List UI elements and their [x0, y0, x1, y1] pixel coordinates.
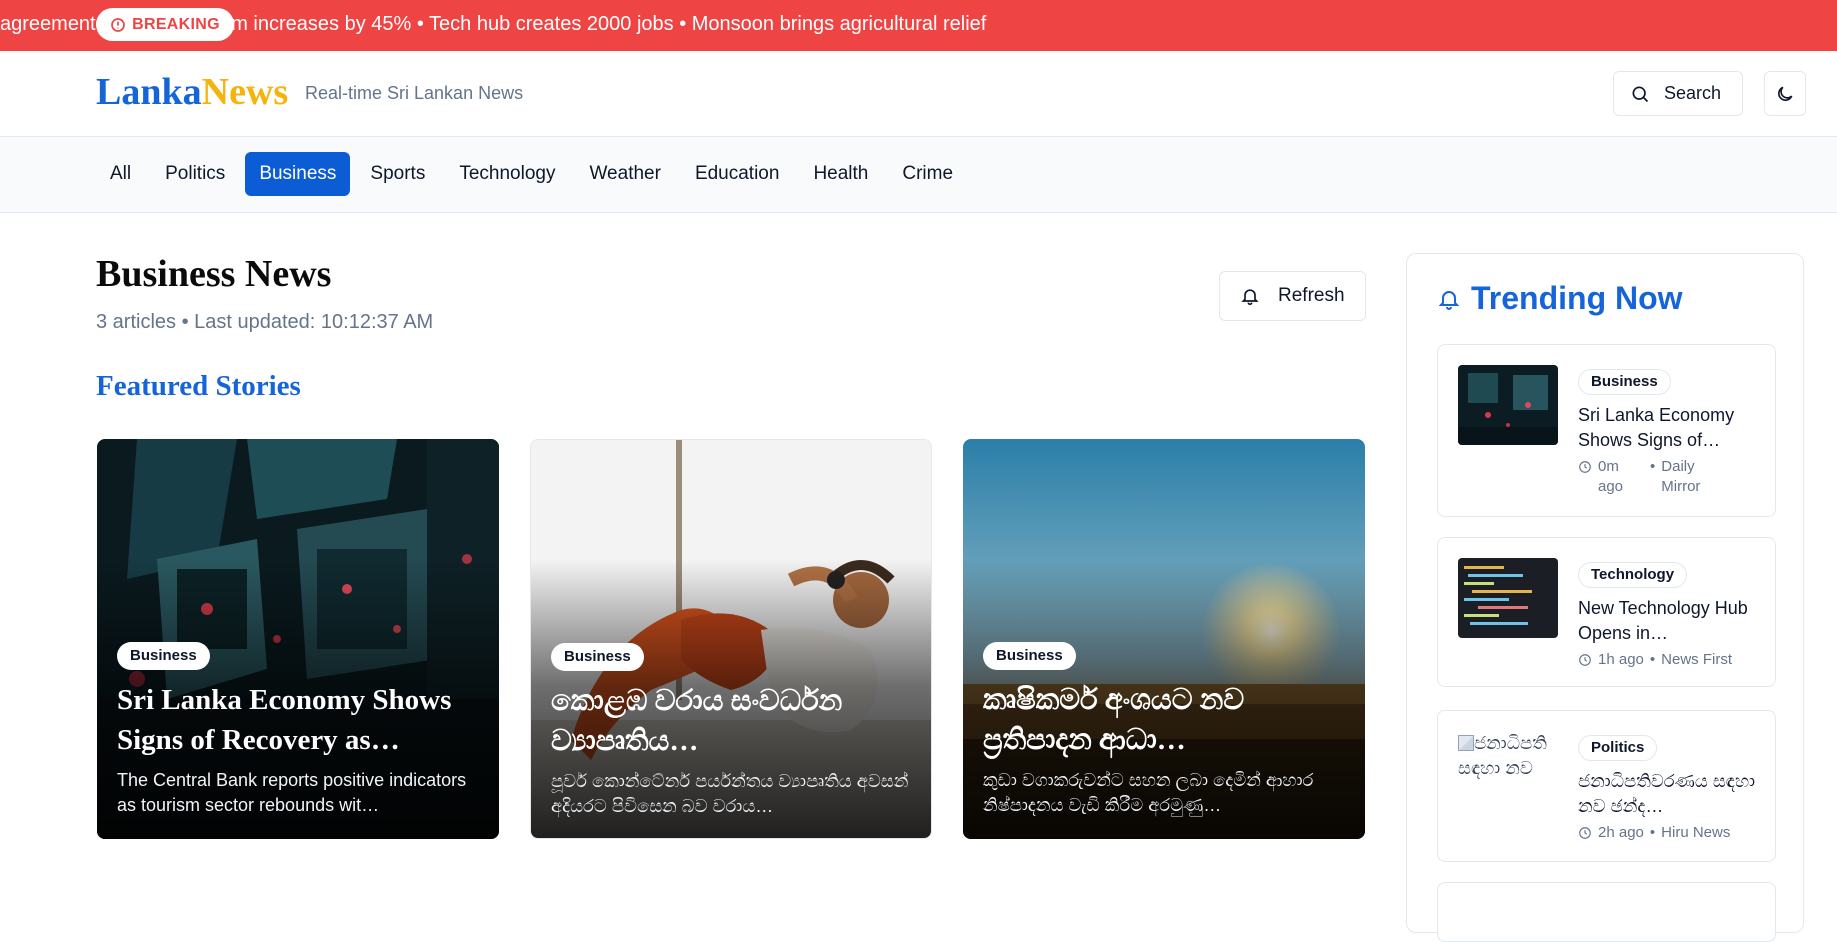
site-tagline: Real-time Sri Lankan News: [305, 83, 524, 103]
trending-heading: Trending Now: [1437, 280, 1683, 317]
breaking-ticker: agreement signed • Tourism increases by …: [0, 0, 1837, 51]
alert-icon: [111, 17, 125, 32]
trending-title-text[interactable]: New Technology Hub Opens in…: [1578, 596, 1763, 646]
trending-time: 2h ago: [1598, 824, 1644, 841]
trending-item[interactable]: [1437, 882, 1776, 942]
card-title[interactable]: කොළඹ වරාය සංවර්ධන ව්‍යාපෘතිය…: [551, 681, 921, 761]
broken-image-icon: [1458, 735, 1474, 751]
refresh-button[interactable]: Refresh: [1219, 271, 1366, 321]
card-description: The Central Bank reports positive indica…: [117, 770, 467, 815]
trending-title-text[interactable]: ජනාධිපතිවරණය සඳහා නව ඡන්ද…: [1578, 769, 1763, 819]
trending-item[interactable]: Business Sri Lanka Economy Shows Signs o…: [1437, 344, 1776, 517]
card-category-badge: Business: [117, 642, 210, 670]
card-description: කුඩා වගාකරුවන්ට සහන ලබා දෙමින් ආහාර නිෂ්…: [983, 770, 1314, 815]
breaking-badge: BREAKING: [96, 8, 234, 41]
search-button[interactable]: Search: [1613, 71, 1743, 116]
category-list: All Politics Business Sports Technology …: [96, 152, 967, 196]
category-tab-politics[interactable]: Politics: [151, 152, 239, 196]
category-tab-education[interactable]: Education: [681, 152, 794, 196]
search-icon: [1632, 86, 1649, 102]
category-tab-business[interactable]: Business: [245, 152, 351, 196]
card-description: පූර්ව කොන්ටේනර් පර්යන්තය ව්‍යාපෘතිය අවසන…: [551, 771, 909, 816]
trending-category-badge: Business: [1578, 369, 1671, 395]
trending-source: Hiru News: [1661, 824, 1731, 841]
trending-source: News First: [1661, 651, 1732, 668]
meta-separator: •: [1649, 824, 1656, 841]
trending-meta: 1h ago • News First: [1578, 650, 1768, 670]
trending-time: 0m ago: [1598, 458, 1624, 495]
site-logo[interactable]: LankaNews: [96, 69, 288, 115]
trending-title: Trending Now: [1471, 280, 1683, 316]
trending-title-text[interactable]: Sri Lanka Economy Shows Signs of…: [1578, 403, 1763, 453]
trending-item[interactable]: Technology New Technology Hub Opens in… …: [1437, 537, 1776, 687]
trending-time: 1h ago: [1598, 651, 1644, 668]
featured-heading: Featured Stories: [96, 370, 301, 402]
bell-icon: [1438, 290, 1460, 310]
category-tab-sports[interactable]: Sports: [356, 152, 439, 196]
trending-category-badge: Politics: [1578, 735, 1658, 761]
category-tab-health[interactable]: Health: [799, 152, 882, 196]
category-tab-crime[interactable]: Crime: [888, 152, 967, 196]
clock-icon: [1579, 461, 1591, 473]
featured-card[interactable]: Business Sri Lanka Economy Shows Signs o…: [97, 439, 499, 839]
logo-news: News: [201, 71, 289, 113]
card-category-badge: Business: [551, 643, 644, 671]
trending-panel: Trending Now Business Sri Lanka Economy …: [1406, 253, 1804, 942]
refresh-label: Refresh: [1278, 285, 1345, 306]
theme-toggle-button[interactable]: [1764, 71, 1806, 116]
meta-separator: •: [1650, 458, 1656, 475]
moon-icon: [1778, 86, 1793, 101]
featured-card[interactable]: Business කෘෂිකර්ම අංශයට නව ප්‍රතිපාදන ආධ…: [963, 439, 1365, 839]
card-title[interactable]: කෘෂිකර්ම අංශයට නව ප්‍රතිපාදන ආධා…: [983, 680, 1353, 760]
trending-meta: 0m ago • Daily Mirror: [1578, 457, 1768, 497]
card-category-badge: Business: [983, 642, 1076, 670]
trending-item[interactable]: ජනාධිපති සඳහා නව Politics ජනාධිපතිවරණය ස…: [1437, 710, 1776, 862]
broken-thumbnail: ජනාධිපති සඳහා නව: [1458, 731, 1558, 811]
site-header: LankaNews Real-time Sri Lankan News Sear…: [0, 51, 1837, 137]
category-tab-technology[interactable]: Technology: [445, 152, 569, 196]
category-tab-weather[interactable]: Weather: [575, 152, 674, 196]
meta-separator: •: [1649, 651, 1656, 668]
breaking-label: BREAKING: [132, 15, 220, 33]
trending-meta: 2h ago • Hiru News: [1578, 823, 1768, 843]
featured-card[interactable]: Business කොළඹ වරාය සංවර්ධන ව්‍යාපෘතිය… ප…: [530, 439, 932, 839]
trending-thumbnail: [1458, 365, 1558, 445]
category-tab-all[interactable]: All: [96, 152, 145, 196]
page-meta: 3 articles • Last updated: 10:12:37 AM: [96, 311, 434, 333]
logo-lanka: Lanka: [96, 71, 202, 113]
search-label: Search: [1664, 83, 1722, 103]
trending-source: Daily Mirror: [1661, 458, 1701, 495]
clock-icon: [1579, 827, 1591, 839]
page-title: Business News: [96, 253, 332, 295]
card-title[interactable]: Sri Lanka Economy Shows Signs of Recover…: [117, 680, 487, 760]
trending-thumbnail: [1458, 558, 1558, 638]
category-nav: All Politics Business Sports Technology …: [0, 137, 1837, 213]
bell-icon: [1241, 289, 1259, 306]
clock-icon: [1579, 654, 1591, 666]
trending-category-badge: Technology: [1578, 562, 1688, 588]
